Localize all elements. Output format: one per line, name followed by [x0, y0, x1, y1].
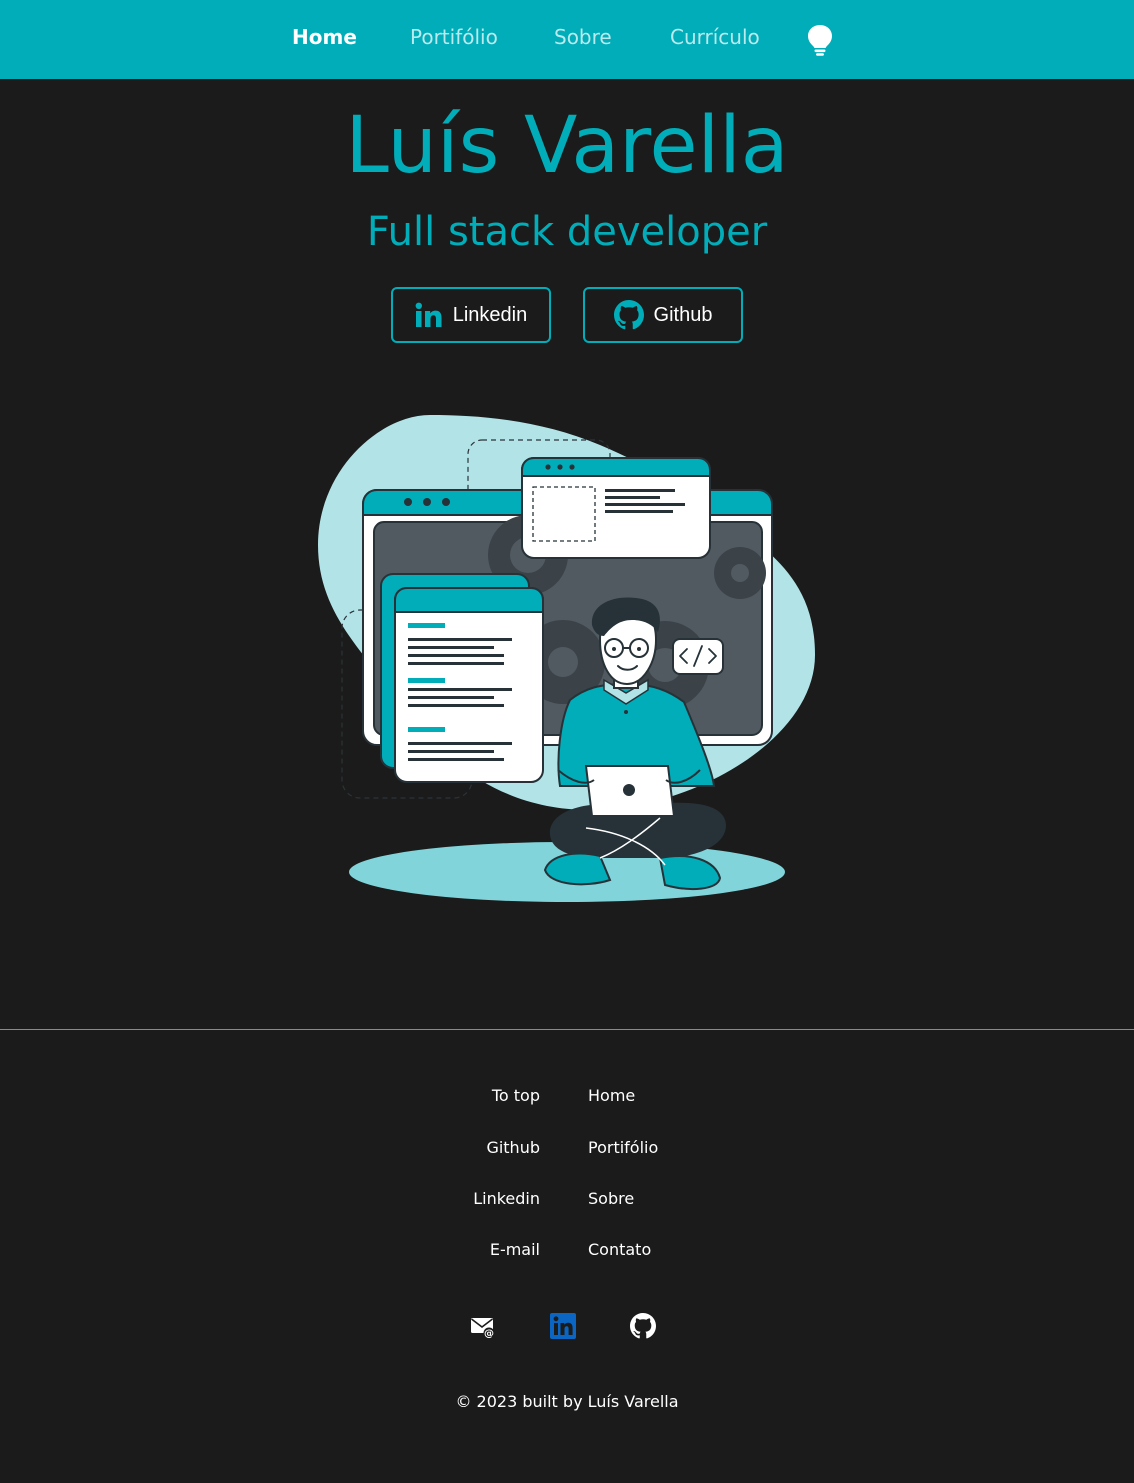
nav-item-home[interactable]: Home: [292, 24, 357, 50]
copyright-text: © 2023 built by Luís Varella: [455, 1392, 679, 1411]
footer-link-to-top[interactable]: To top: [492, 1085, 540, 1107]
github-icon: [613, 300, 644, 330]
github-button-label: Github: [653, 303, 713, 326]
page-title: Luís Varella: [345, 101, 789, 191]
developer-illustration: [300, 400, 840, 920]
footer-link-home[interactable]: Home: [588, 1085, 635, 1107]
svg-text:@: @: [484, 1329, 494, 1339]
linkedin-icon[interactable]: [550, 1313, 576, 1339]
top-navbar: Home Portifólio Sobre Currículo: [0, 0, 1134, 79]
nav-item-curriculo[interactable]: Currículo: [670, 24, 760, 50]
github-icon[interactable]: [630, 1313, 656, 1339]
footer-link-sobre[interactable]: Sobre: [588, 1188, 634, 1210]
footer-link-portfolio[interactable]: Portifólio: [588, 1137, 658, 1159]
footer-link-email[interactable]: E-mail: [490, 1239, 540, 1261]
nav-item-sobre[interactable]: Sobre: [554, 24, 612, 50]
footer-link-linkedin[interactable]: Linkedin: [473, 1188, 540, 1210]
linkedin-icon: [415, 302, 443, 328]
footer-divider: [0, 1029, 1134, 1030]
github-button[interactable]: Github: [583, 287, 743, 343]
footer-link-github[interactable]: Github: [486, 1137, 540, 1159]
footer-link-contato[interactable]: Contato: [588, 1239, 651, 1261]
linkedin-button[interactable]: Linkedin: [391, 287, 551, 343]
linkedin-button-label: Linkedin: [452, 303, 528, 326]
email-icon[interactable]: @: [470, 1313, 496, 1340]
nav-item-portfolio[interactable]: Portifólio: [410, 24, 498, 50]
page-subtitle: Full stack developer: [366, 209, 768, 255]
lightbulb-icon[interactable]: [806, 23, 834, 57]
